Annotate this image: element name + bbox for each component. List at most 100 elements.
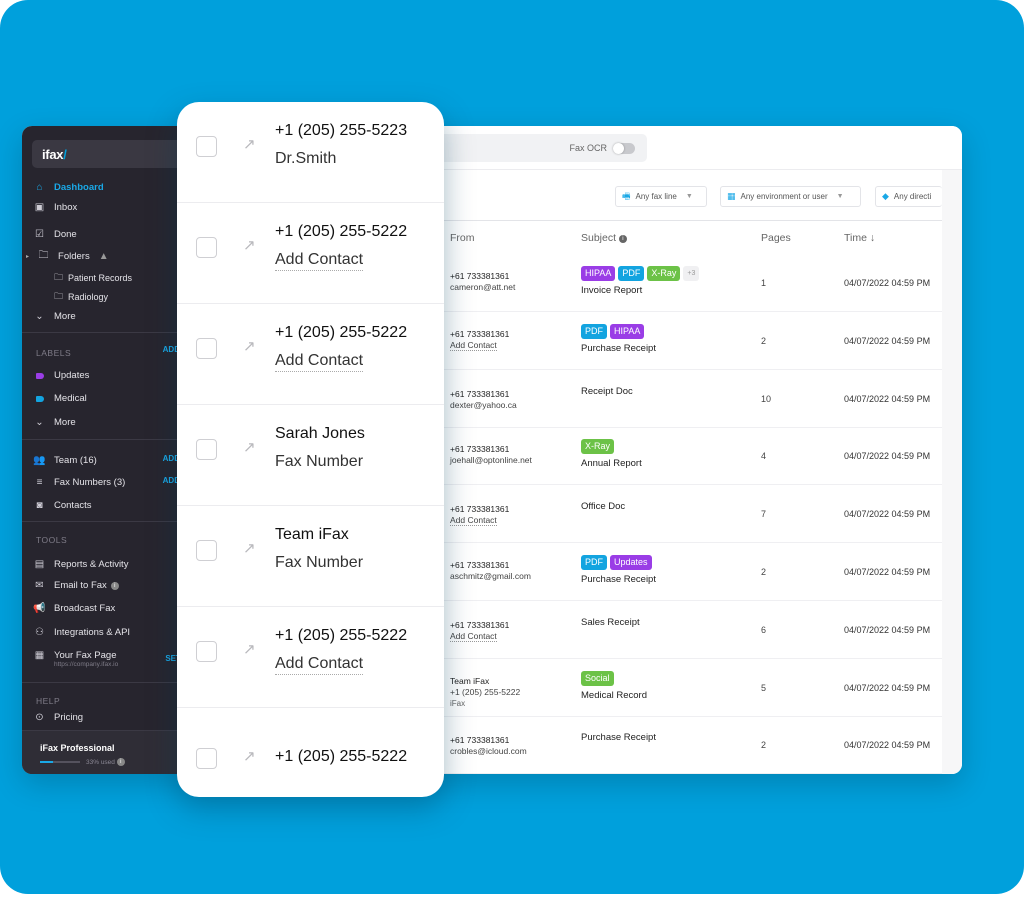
- info-icon: i: [618, 235, 627, 243]
- folder-radiology[interactable]: 🗀 Radiology: [54, 289, 108, 305]
- tag-hipaa[interactable]: HIPAA: [581, 266, 616, 281]
- expand-caret-icon[interactable]: ▸: [26, 253, 29, 260]
- sidebar-item-team[interactable]: 👥 Team (16): [33, 455, 96, 466]
- row-checkbox[interactable]: [196, 237, 217, 258]
- sidebar-item-email-to-fax[interactable]: ✉ Email to Fax i: [34, 580, 119, 591]
- contact-title: +1 (205) 255-5223: [275, 122, 408, 139]
- workspace-switcher[interactable]: ifax/: [32, 140, 182, 168]
- tag-social[interactable]: Social: [581, 670, 614, 686]
- team-icon: 👥: [33, 455, 46, 466]
- sidebar-item-inbox[interactable]: ▣ Inbox: [34, 202, 77, 213]
- tag-hipaa[interactable]: HIPAA: [610, 323, 645, 339]
- tag-pdf[interactable]: PDF: [581, 555, 607, 570]
- time-cell: 04/07/2022 04:59 PM: [844, 335, 931, 346]
- row-checkbox[interactable]: [196, 540, 217, 561]
- column-header-time[interactable]: Time ↓: [844, 232, 875, 244]
- sidebar-more-labels[interactable]: ⌄ More: [34, 417, 75, 428]
- sidebar-label-updates[interactable]: Updates: [34, 370, 89, 381]
- pricing-icon: ⊙: [35, 712, 44, 723]
- outgoing-arrow-icon: ↗: [243, 641, 256, 658]
- fax-machine-icon: 🖷: [622, 190, 631, 201]
- info-icon[interactable]: i: [110, 581, 119, 590]
- sidebar-item-broadcast-fax[interactable]: 📢 Broadcast Fax: [33, 603, 115, 614]
- fax-ocr-toggle[interactable]: [613, 143, 635, 154]
- sidebar-item-done[interactable]: ☑ Done: [34, 229, 77, 240]
- sidebar-item-integrations[interactable]: ⚇ Integrations & API: [34, 627, 130, 638]
- caret-down-icon: ▼: [685, 193, 693, 200]
- sidebar-item-reports[interactable]: ▤ Reports & Activity: [34, 559, 129, 570]
- tag-x-ray[interactable]: X-Ray: [581, 439, 615, 455]
- row-checkbox[interactable]: [196, 641, 217, 662]
- row-checkbox[interactable]: [196, 748, 217, 769]
- email-icon: ✉: [35, 580, 44, 591]
- plan-used-label: 33% used i: [86, 758, 125, 766]
- contact-row[interactable]: ↗ +1 (205) 255-5222 Add Contact: [177, 607, 444, 708]
- reports-icon: ▤: [34, 559, 45, 570]
- add-contact-link[interactable]: Add Contact: [275, 251, 364, 271]
- from-cell: +61 733381361 Add Contact: [450, 619, 510, 642]
- contact-title: +1 (205) 255-5222: [275, 324, 408, 341]
- subject-cell: PDF Updates Purchase Receipt: [581, 555, 656, 585]
- fax-page-url[interactable]: https://company.ifax.io: [54, 661, 118, 668]
- sidebar-more-folders[interactable]: ⌄ More: [34, 311, 75, 322]
- fax-line-filter[interactable]: 🖷 Any fax line ▼: [615, 186, 707, 207]
- add-contact-link[interactable]: Add Contact: [275, 655, 364, 675]
- row-checkbox[interactable]: [196, 136, 217, 157]
- contact-row[interactable]: ↗ +1 (205) 255-5223 Dr.Smith: [177, 102, 444, 203]
- sidebar-item-fax-page[interactable]: ▦ Your Fax Page https://company.ifax.io: [34, 650, 118, 668]
- sidebar-item-pricing[interactable]: ⊙ Pricing: [34, 712, 83, 723]
- add-contact-link[interactable]: Add Contact: [275, 352, 364, 372]
- contact-row[interactable]: ↗ +1 (205) 255-5222 Add Contact: [177, 304, 444, 405]
- direction-filter[interactable]: ◆ Any directi: [875, 186, 942, 207]
- row-checkbox[interactable]: [196, 338, 217, 359]
- add-contact-link[interactable]: Add Contact: [450, 630, 497, 642]
- column-header-from[interactable]: From: [450, 232, 475, 244]
- more-tags-badge[interactable]: +3: [683, 266, 700, 281]
- contact-subtitle: Dr.Smith: [275, 150, 337, 167]
- contact-title: +1 (205) 255-5222: [275, 748, 408, 765]
- folder-patient-records[interactable]: 🗀 Patient Records: [54, 270, 132, 286]
- divider: [442, 220, 942, 221]
- sidebar-item-dashboard[interactable]: ⌂ Dashboard: [34, 182, 103, 193]
- pages-cell: 5: [761, 682, 767, 693]
- sidebar-item-folders[interactable]: ▸ 🗀 Folders ▲: [26, 250, 109, 262]
- column-header-pages[interactable]: Pages: [761, 232, 791, 244]
- label-tag-icon: [35, 372, 44, 379]
- column-header-subject[interactable]: Subject i: [581, 232, 627, 244]
- labels-section-title: LABELS: [36, 348, 72, 358]
- tools-section-title: TOOLS: [36, 535, 68, 545]
- time-cell: 04/07/2022 04:59 PM: [844, 567, 931, 577]
- contact-row[interactable]: ↗ Team iFax Fax Number: [177, 506, 444, 607]
- pages-cell: 1: [761, 278, 767, 288]
- sidebar-item-contacts[interactable]: ◙ Contacts: [34, 500, 91, 511]
- tag-x-ray[interactable]: X-Ray: [647, 266, 681, 281]
- time-cell: 04/07/2022 04:59 PM: [844, 278, 931, 288]
- subject-cell: Social Medical Record: [581, 670, 647, 701]
- contact-title: +1 (205) 255-5222: [275, 627, 408, 644]
- row-checkbox[interactable]: [196, 439, 217, 460]
- tag-pdf[interactable]: PDF: [618, 266, 645, 281]
- contact-row[interactable]: ↗ Sarah Jones Fax Number: [177, 405, 444, 506]
- contact-row[interactable]: ↗ +1 (205) 255-5222: [177, 708, 444, 797]
- tag-pdf[interactable]: PDF: [581, 323, 607, 339]
- environment-filter[interactable]: ▦ Any environment or user ▼: [720, 186, 861, 207]
- pages-cell: 2: [761, 567, 767, 577]
- sidebar-item-fax-numbers[interactable]: ≡ Fax Numbers (3): [34, 477, 126, 488]
- from-cell: +61 733381361 aschmitz@gmail.com: [450, 560, 531, 581]
- sidebar: ifax/ ⌂ Dashboard ▣ Inbox ☑ Done ▸ 🗀 Fol…: [22, 126, 192, 774]
- tag-updates[interactable]: Updates: [610, 555, 652, 570]
- plan-usage[interactable]: iFax Professional 33% used i: [22, 730, 182, 774]
- contact-subtitle: Fax Number: [275, 554, 364, 571]
- subject-cell: Receipt Doc: [581, 385, 633, 397]
- time-cell: 04/07/2022 04:59 PM: [844, 451, 931, 462]
- outgoing-arrow-icon: ↗: [243, 748, 256, 765]
- add-contact-link[interactable]: Add Contact: [450, 515, 497, 527]
- contact-row[interactable]: ↗ +1 (205) 255-5222 Add Contact: [177, 203, 444, 304]
- add-contact-link[interactable]: Add Contact: [450, 339, 497, 351]
- done-icon: ☑: [35, 229, 44, 240]
- divider: [22, 521, 182, 522]
- sidebar-label-medical[interactable]: Medical: [34, 393, 87, 404]
- fax-numbers-icon: ≡: [36, 477, 43, 488]
- outgoing-arrow-icon: ↗: [243, 338, 256, 355]
- pages-cell: 10: [761, 393, 772, 404]
